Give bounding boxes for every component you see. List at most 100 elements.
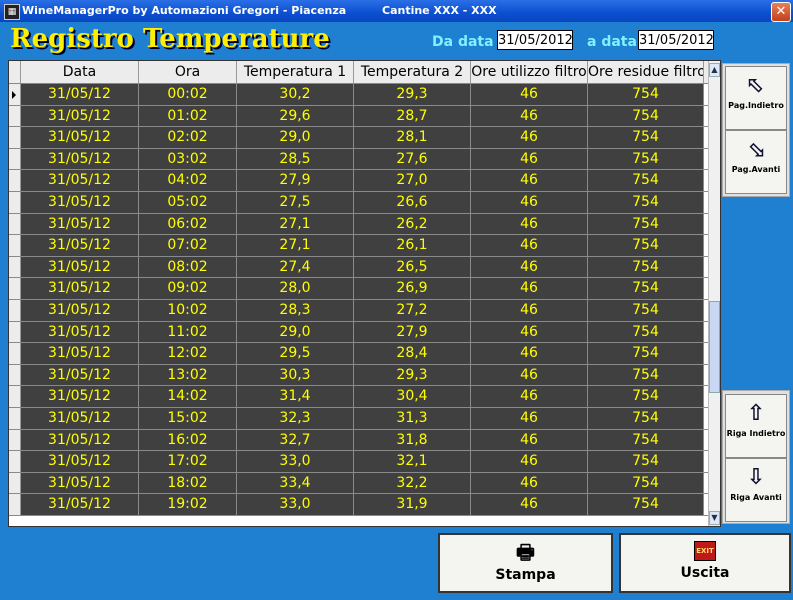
table-cell[interactable]: 00:02 <box>139 84 237 105</box>
table-row[interactable]: 31/05/12 03:02 28,5 27,6 46 754 <box>9 148 709 171</box>
table-cell[interactable]: 32,1 <box>354 451 471 472</box>
table-cell[interactable]: 27,9 <box>354 321 471 343</box>
table-row[interactable]: 31/05/12 02:02 29,0 28,1 46 754 <box>9 127 709 149</box>
table-cell[interactable]: 27,6 <box>354 148 471 170</box>
table-cell[interactable]: 01:02 <box>139 105 237 127</box>
table-cell[interactable]: 27,5 <box>237 191 354 213</box>
table-cell[interactable]: 02:02 <box>139 127 237 148</box>
table-cell[interactable]: 30,4 <box>354 386 471 407</box>
table-row[interactable]: 31/05/12 05:02 27,5 26,6 46 754 <box>9 191 709 214</box>
from-date-input[interactable]: 31/05/2012 <box>497 30 573 50</box>
table-cell[interactable]: 754 <box>588 321 704 343</box>
table-cell[interactable]: 754 <box>588 407 704 429</box>
table-row[interactable]: 31/05/12 00:02 30,2 29,3 46 754 <box>9 84 709 106</box>
table-cell[interactable]: 31/05/12 <box>21 429 139 451</box>
table-cell[interactable]: 754 <box>588 148 704 170</box>
table-cell[interactable]: 17:02 <box>139 451 237 472</box>
table-cell[interactable]: 31/05/12 <box>21 494 139 515</box>
table-cell[interactable]: 46 <box>471 84 588 105</box>
table-cell[interactable]: 03:02 <box>139 148 237 170</box>
table-cell[interactable]: 28,5 <box>237 148 354 170</box>
table-cell[interactable]: 33,0 <box>237 451 354 472</box>
table-cell[interactable]: 754 <box>588 256 704 278</box>
table-row[interactable]: 31/05/12 18:02 33,4 32,2 46 754 <box>9 472 709 495</box>
table-cell[interactable]: 33,4 <box>237 472 354 494</box>
table-cell[interactable]: 29,5 <box>237 343 354 364</box>
table-cell[interactable]: 31,3 <box>354 407 471 429</box>
row-selector[interactable] <box>9 386 21 407</box>
table-cell[interactable]: 31/05/12 <box>21 235 139 256</box>
table-cell[interactable]: 31/05/12 <box>21 84 139 105</box>
table-cell[interactable]: 31/05/12 <box>21 472 139 494</box>
column-header-temperatura-2[interactable]: Temperatura 2 <box>354 61 471 83</box>
table-cell[interactable]: 13:02 <box>139 364 237 386</box>
table-cell[interactable]: 15:02 <box>139 407 237 429</box>
table-cell[interactable]: 31/05/12 <box>21 321 139 343</box>
table-cell[interactable]: 46 <box>471 213 588 235</box>
table-cell[interactable]: 754 <box>588 364 704 386</box>
table-row[interactable]: 31/05/12 08:02 27,4 26,5 46 754 <box>9 256 709 279</box>
table-cell[interactable]: 11:02 <box>139 321 237 343</box>
table-row[interactable]: 31/05/12 10:02 28,3 27,2 46 754 <box>9 299 709 322</box>
table-cell[interactable]: 46 <box>471 278 588 299</box>
table-cell[interactable]: 754 <box>588 472 704 494</box>
table-cell[interactable]: 754 <box>588 343 704 364</box>
table-cell[interactable]: 30,2 <box>237 84 354 105</box>
table-cell[interactable]: 26,5 <box>354 256 471 278</box>
table-cell[interactable]: 46 <box>471 191 588 213</box>
table-cell[interactable]: 46 <box>471 127 588 148</box>
table-cell[interactable]: 31/05/12 <box>21 105 139 127</box>
table-cell[interactable]: 46 <box>471 386 588 407</box>
table-cell[interactable]: 46 <box>471 170 588 191</box>
row-selector[interactable] <box>9 364 21 386</box>
table-cell[interactable]: 19:02 <box>139 494 237 515</box>
row-selector[interactable] <box>9 429 21 451</box>
table-cell[interactable]: 14:02 <box>139 386 237 407</box>
column-header-temperatura-1[interactable]: Temperatura 1 <box>237 61 354 83</box>
exit-button[interactable]: EXIT Uscita <box>619 533 791 593</box>
table-row[interactable]: 31/05/12 09:02 28,0 26,9 46 754 <box>9 278 709 300</box>
table-cell[interactable]: 27,1 <box>237 213 354 235</box>
table-cell[interactable]: 27,4 <box>237 256 354 278</box>
table-cell[interactable]: 32,2 <box>354 472 471 494</box>
row-forward-button[interactable]: ⇩ Riga Avanti <box>725 458 787 522</box>
table-cell[interactable]: 27,9 <box>237 170 354 191</box>
table-cell[interactable]: 754 <box>588 494 704 515</box>
table-cell[interactable]: 754 <box>588 235 704 256</box>
table-cell[interactable]: 18:02 <box>139 472 237 494</box>
table-cell[interactable]: 06:02 <box>139 213 237 235</box>
table-cell[interactable]: 46 <box>471 235 588 256</box>
column-header-data[interactable]: Data <box>21 61 139 83</box>
page-back-button[interactable]: ⬁ Pag.Indietro <box>725 66 787 130</box>
print-button[interactable]: 🖶 Stampa <box>438 533 613 593</box>
table-cell[interactable]: 31/05/12 <box>21 148 139 170</box>
table-row[interactable]: 31/05/12 15:02 32,3 31,3 46 754 <box>9 407 709 430</box>
table-cell[interactable]: 26,9 <box>354 278 471 299</box>
table-cell[interactable]: 10:02 <box>139 299 237 321</box>
table-row[interactable]: 31/05/12 16:02 32,7 31,8 46 754 <box>9 429 709 452</box>
row-selector[interactable] <box>9 343 21 364</box>
table-cell[interactable]: 31/05/12 <box>21 407 139 429</box>
table-row[interactable]: 31/05/12 17:02 33,0 32,1 46 754 <box>9 451 709 473</box>
table-cell[interactable]: 31,9 <box>354 494 471 515</box>
scroll-down-icon[interactable]: ▼ <box>709 511 720 525</box>
table-row[interactable]: 31/05/12 06:02 27,1 26,2 46 754 <box>9 213 709 236</box>
table-cell[interactable]: 46 <box>471 494 588 515</box>
table-cell[interactable]: 26,6 <box>354 191 471 213</box>
table-cell[interactable]: 46 <box>471 321 588 343</box>
table-cell[interactable]: 46 <box>471 256 588 278</box>
table-cell[interactable]: 05:02 <box>139 191 237 213</box>
table-cell[interactable]: 46 <box>471 105 588 127</box>
table-cell[interactable]: 46 <box>471 299 588 321</box>
table-cell[interactable]: 31/05/12 <box>21 170 139 191</box>
table-cell[interactable]: 12:02 <box>139 343 237 364</box>
row-selector[interactable] <box>9 235 21 256</box>
table-cell[interactable]: 29,0 <box>237 127 354 148</box>
row-selector[interactable] <box>9 451 21 472</box>
table-row[interactable]: 31/05/12 11:02 29,0 27,9 46 754 <box>9 321 709 344</box>
table-cell[interactable]: 31/05/12 <box>21 343 139 364</box>
table-cell[interactable]: 09:02 <box>139 278 237 299</box>
table-cell[interactable]: 754 <box>588 278 704 299</box>
row-selector[interactable] <box>9 148 21 170</box>
vertical-scrollbar[interactable]: ▲ ▼ <box>708 61 720 526</box>
